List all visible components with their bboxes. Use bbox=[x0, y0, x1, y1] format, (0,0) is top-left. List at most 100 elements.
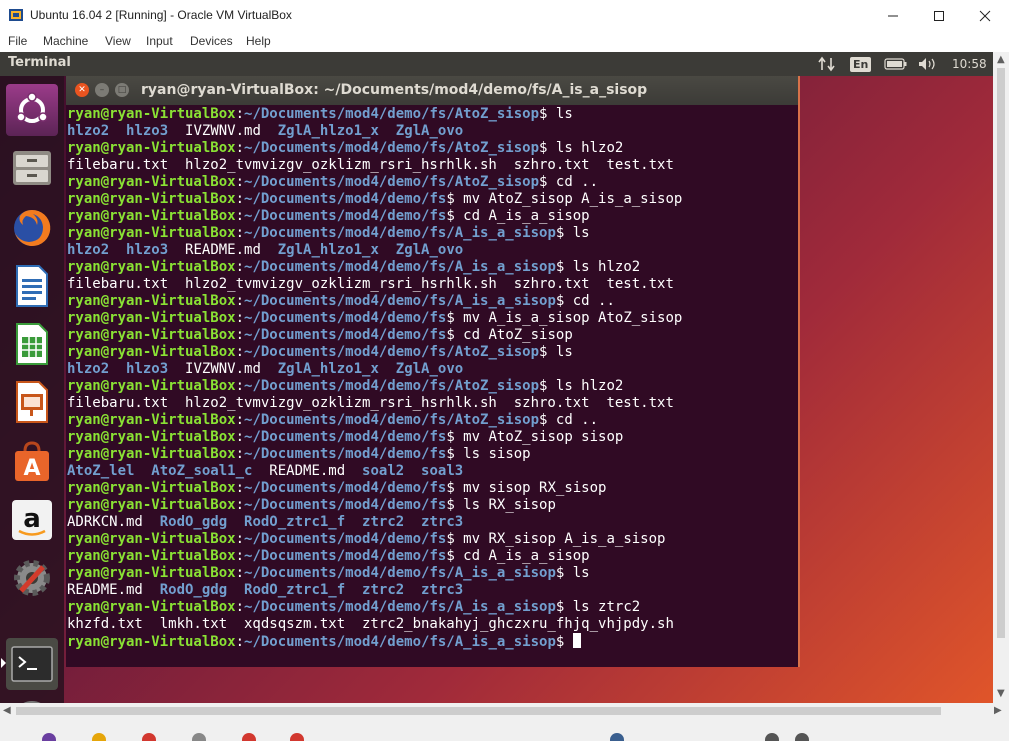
horizontal-scroll-thumb[interactable] bbox=[16, 707, 941, 715]
close-button[interactable] bbox=[962, 0, 1008, 31]
terminal-window[interactable]: ✕ – □ ryan@ryan-VirtualBox: ~/Documents/… bbox=[66, 76, 800, 667]
clock-indicator[interactable]: 10:58 bbox=[952, 52, 987, 76]
prompt-user: ryan@ryan-VirtualBox bbox=[67, 531, 236, 547]
status-icon-3[interactable] bbox=[795, 733, 809, 741]
launcher-item-firefox[interactable] bbox=[6, 202, 58, 254]
menu-devices[interactable]: Devices bbox=[190, 34, 233, 48]
terminal-icon bbox=[11, 646, 53, 682]
command-text: $ mv AtoZ_sisop sisop bbox=[446, 429, 624, 445]
command-text: $ ls bbox=[539, 344, 573, 360]
directory-entry: soal2 bbox=[362, 463, 405, 479]
taskbar-app-icon-5[interactable] bbox=[290, 733, 304, 741]
prompt-separator: : bbox=[235, 259, 245, 275]
launcher-item-writer[interactable] bbox=[6, 260, 58, 312]
launcher-item-updater[interactable]: A bbox=[6, 694, 58, 703]
directory-entry: RodO_gdg bbox=[159, 582, 228, 598]
terminal-output[interactable]: ryan@ryan-VirtualBox:~/Documents/mod4/de… bbox=[67, 106, 797, 666]
virtualbox-icon bbox=[9, 9, 23, 21]
taskbar-folder-icon[interactable] bbox=[92, 733, 106, 741]
launcher-item-impress[interactable] bbox=[6, 376, 58, 428]
unity-launcher: A a bbox=[0, 76, 64, 703]
sound-indicator[interactable] bbox=[918, 52, 938, 76]
launcher-item-files[interactable] bbox=[6, 142, 58, 194]
prompt-user: ryan@ryan-VirtualBox bbox=[67, 378, 236, 394]
prompt-user: ryan@ryan-VirtualBox bbox=[67, 293, 236, 309]
prompt-path: ~/Documents/mod4/demo/fs bbox=[244, 497, 447, 513]
prompt-path: ~/Documents/mod4/demo/fs/AtoZ_sisop bbox=[244, 412, 540, 428]
prompt-user: ryan@ryan-VirtualBox bbox=[67, 208, 236, 224]
prompt-user: ryan@ryan-VirtualBox bbox=[67, 565, 236, 581]
taskbar-app-icon-3[interactable] bbox=[192, 733, 206, 741]
scroll-left-icon[interactable]: ◀ bbox=[3, 705, 11, 716]
directory-entry: hlzo3 bbox=[126, 361, 169, 377]
menu-machine[interactable]: Machine bbox=[43, 34, 88, 48]
prompt-path: ~/Documents/mod4/demo/fs/AtoZ_sisop bbox=[244, 344, 540, 360]
command-text: $ cd .. bbox=[555, 293, 615, 309]
prompt-separator: : bbox=[235, 429, 245, 445]
status-icon-2[interactable] bbox=[765, 733, 779, 741]
horizontal-scrollbar[interactable]: ◀ ▶ bbox=[0, 703, 1009, 719]
command-text: $ ls hlzo2 bbox=[539, 140, 624, 156]
scroll-down-icon[interactable]: ▼ bbox=[997, 688, 1005, 699]
scroll-right-icon[interactable]: ▶ bbox=[994, 705, 1002, 716]
terminal-prompt-line: ryan@ryan-VirtualBox:~/Documents/mod4/de… bbox=[67, 446, 797, 463]
files-icon bbox=[13, 151, 51, 185]
prompt-separator: : bbox=[235, 310, 245, 326]
status-icon-1[interactable] bbox=[610, 733, 624, 741]
launcher-item-calc[interactable] bbox=[6, 318, 58, 370]
prompt-separator: : bbox=[235, 565, 245, 581]
launcher-item-dash[interactable] bbox=[6, 84, 58, 136]
host-status-bar bbox=[0, 719, 1009, 741]
battery-indicator[interactable] bbox=[884, 52, 908, 76]
prompt-user: ryan@ryan-VirtualBox bbox=[67, 140, 236, 156]
menu-file[interactable]: File bbox=[8, 34, 27, 48]
terminal-prompt-line: ryan@ryan-VirtualBox:~/Documents/mod4/de… bbox=[67, 310, 797, 327]
keyboard-indicator[interactable]: En bbox=[850, 52, 872, 76]
command-text: $ ls sisop bbox=[446, 446, 531, 462]
scroll-up-icon[interactable]: ▲ bbox=[997, 54, 1005, 65]
prompt-path: ~/Documents/mod4/demo/fs/AtoZ_sisop bbox=[244, 106, 540, 122]
prompt-user: ryan@ryan-VirtualBox bbox=[67, 634, 236, 650]
text-cursor[interactable] bbox=[572, 633, 581, 648]
directory-entry: AtoZ_lel bbox=[67, 463, 135, 479]
terminal-output-line: AtoZ_lel AtoZ_soal1_c README.md soal2 so… bbox=[67, 463, 797, 480]
taskbar-app-icon[interactable] bbox=[42, 733, 56, 741]
prompt-separator: : bbox=[235, 140, 245, 156]
menu-input[interactable]: Input bbox=[146, 34, 173, 48]
guest-screen[interactable]: Terminal En 10:58 A a ✕ – □ ryan@ryan-Vi… bbox=[0, 52, 993, 703]
terminal-prompt-line: ryan@ryan-VirtualBox:~/Documents/mod4/de… bbox=[67, 633, 797, 650]
terminal-prompt-line: ryan@ryan-VirtualBox:~/Documents/mod4/de… bbox=[67, 208, 797, 225]
directory-entry: RodO_ztrc1_f bbox=[244, 514, 346, 530]
terminal-minimize-button[interactable]: – bbox=[95, 83, 109, 97]
terminal-titlebar[interactable]: ✕ – □ ryan@ryan-VirtualBox: ~/Documents/… bbox=[66, 76, 798, 105]
prompt-path: ~/Documents/mod4/demo/fs bbox=[244, 531, 447, 547]
window-title: Ubuntu 16.04 2 [Running] - Oracle VM Vir… bbox=[30, 8, 292, 22]
terminal-prompt-line: ryan@ryan-VirtualBox:~/Documents/mod4/de… bbox=[67, 225, 797, 242]
file-entry bbox=[404, 514, 421, 530]
command-text: $ ls ztrc2 bbox=[555, 599, 641, 615]
terminal-close-button[interactable]: ✕ bbox=[75, 83, 89, 97]
vertical-scrollbar[interactable]: ▲ ▼ bbox=[993, 52, 1009, 703]
launcher-item-terminal[interactable] bbox=[6, 638, 58, 690]
menu-view[interactable]: View bbox=[105, 34, 131, 48]
taskbar-app-icon-2[interactable] bbox=[142, 733, 156, 741]
network-indicator[interactable] bbox=[818, 52, 836, 76]
launcher-item-amazon[interactable]: a bbox=[6, 494, 58, 546]
maximize-button[interactable] bbox=[916, 0, 962, 31]
close-icon: ✕ bbox=[78, 84, 86, 95]
file-entry bbox=[227, 514, 244, 530]
menu-help[interactable]: Help bbox=[246, 34, 271, 48]
launcher-item-software[interactable]: A bbox=[6, 436, 58, 488]
directory-entry: hlzo2 bbox=[67, 242, 110, 258]
prompt-path: ~/Documents/mod4/demo/fs bbox=[244, 480, 447, 496]
writer-icon bbox=[16, 265, 48, 307]
minimize-button[interactable] bbox=[870, 0, 916, 31]
file-entry: filebaru.txt hlzo2_tvmvizgv_ozklizm_rsri… bbox=[67, 157, 674, 173]
launcher-item-settings[interactable] bbox=[6, 552, 58, 604]
directory-entry: ZglA_ovo bbox=[395, 242, 464, 258]
vertical-scroll-thumb[interactable] bbox=[997, 68, 1005, 638]
taskbar-app-icon-4[interactable] bbox=[242, 733, 256, 741]
terminal-prompt-line: ryan@ryan-VirtualBox:~/Documents/mod4/de… bbox=[67, 174, 797, 191]
terminal-maximize-button[interactable]: □ bbox=[115, 83, 129, 97]
terminal-prompt-line: ryan@ryan-VirtualBox:~/Documents/mod4/de… bbox=[67, 344, 797, 361]
